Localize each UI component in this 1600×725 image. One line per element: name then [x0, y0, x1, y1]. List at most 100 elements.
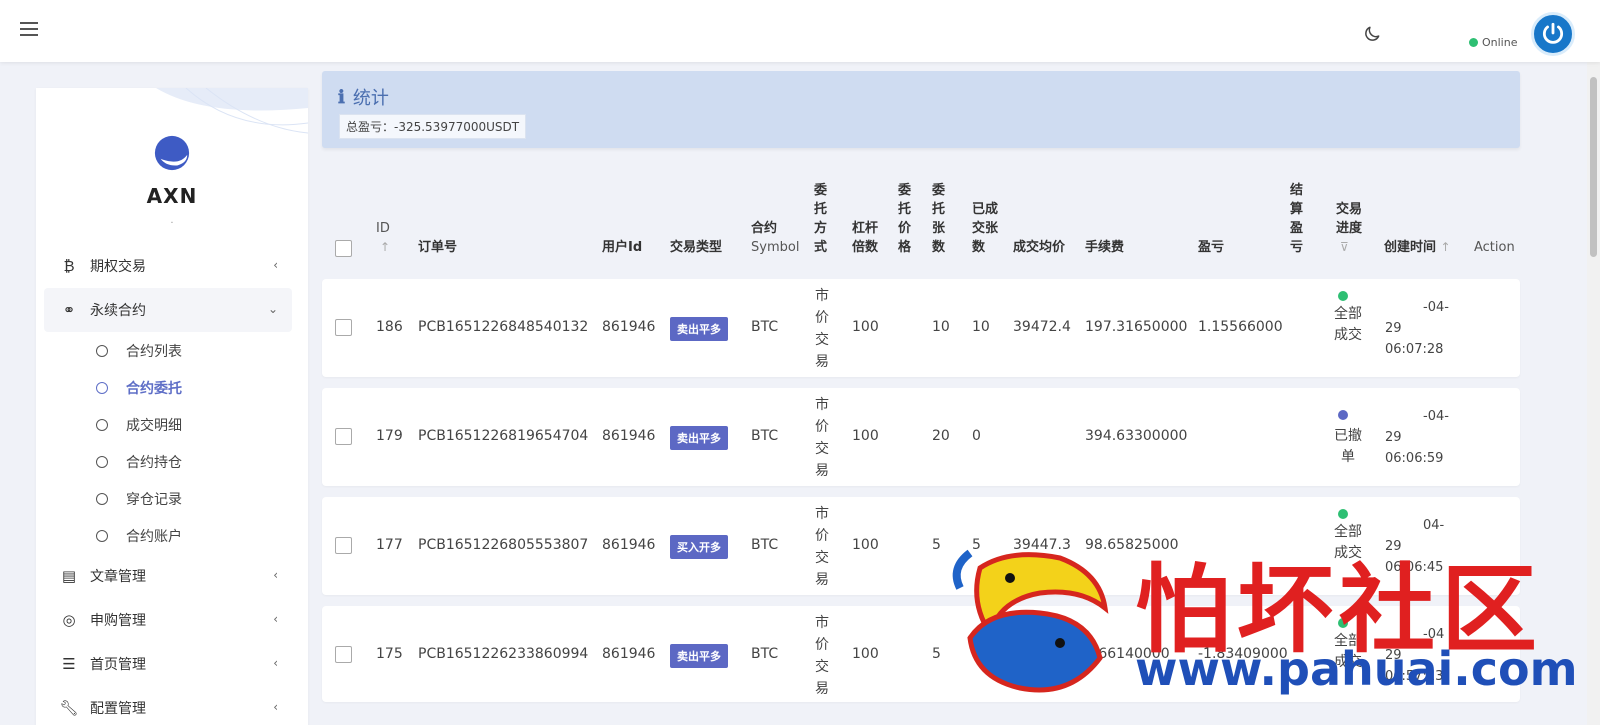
- th-id[interactable]: ID ↑: [376, 219, 390, 257]
- submenu-contract-account[interactable]: 合约账户: [44, 517, 292, 554]
- page-scrollbar[interactable]: [1587, 62, 1600, 725]
- th-action: Action: [1474, 240, 1515, 255]
- lifebuoy-icon: ◎: [62, 611, 76, 629]
- cell-id: 175: [376, 646, 403, 662]
- cell-leverage: 100: [852, 319, 879, 335]
- cell-avg-price: 39472.4: [1013, 319, 1071, 335]
- circle-icon: [96, 381, 108, 394]
- th-entrust-qty: 委托张数: [932, 183, 946, 255]
- online-label: Online: [1482, 36, 1518, 49]
- sidebar-menu: ₿ 期权交易 ‹ ⚭ 永续合约 ⌄ 合约列表 合约委托 成交明细 合约持仓 穿仓…: [44, 244, 292, 725]
- sidebar-item-articles[interactable]: ▤ 文章管理 ‹: [44, 554, 292, 598]
- cell-user-id: 861946: [602, 428, 656, 444]
- sidebar-item-config[interactable]: 🔧︎ 配置管理 ‹: [44, 686, 292, 725]
- sidebar-item-label: 首页管理: [90, 657, 146, 673]
- cell-symbol: BTC: [751, 537, 779, 553]
- th-user-id: 用户Id: [602, 240, 643, 255]
- filter-icon: ⊽: [1340, 240, 1349, 254]
- th-pnl: 盈亏: [1198, 240, 1225, 255]
- th-entrust-price: 委托价格: [898, 183, 912, 255]
- watermark-fish-logo-icon: [952, 549, 1109, 693]
- trade-type-badge: 卖出平多: [670, 317, 728, 341]
- trade-type-badge: 卖出平多: [670, 426, 728, 450]
- newspaper-icon: ▤: [61, 567, 77, 585]
- submenu-label: 合约持仓: [126, 454, 182, 471]
- circle-icon: [96, 492, 108, 505]
- cell-leverage: 100: [852, 428, 879, 444]
- top-header: Online: [0, 0, 1600, 62]
- cell-symbol: BTC: [751, 319, 779, 335]
- table-header: ID ↑ 订单号 用户Id 交易类型 合约 Symbol 委托方式 杠杆 倍数 委托价…: [322, 172, 1520, 272]
- cell-id: 177: [376, 537, 403, 553]
- cell-symbol: BTC: [751, 428, 779, 444]
- info-icon: ℹ: [338, 86, 345, 108]
- sidebar-item-label: 配置管理: [90, 701, 146, 717]
- row-checkbox[interactable]: [335, 319, 352, 336]
- power-icon: [1542, 22, 1564, 44]
- sidebar-item-subscription[interactable]: ◎ 申购管理 ‹: [44, 598, 292, 642]
- submenu-positions[interactable]: 合约持仓: [44, 443, 292, 480]
- brand-name: AXN: [146, 184, 198, 208]
- submenu-label: 合约委托: [126, 380, 182, 397]
- sidebar-item-label: 申购管理: [90, 613, 146, 629]
- chevron-left-icon: ‹: [273, 700, 278, 714]
- cell-entrust-qty: 10: [932, 319, 950, 335]
- sidebar-item-label: 永续合约: [90, 303, 146, 319]
- scrollbar-thumb[interactable]: [1590, 77, 1597, 257]
- cell-id: 179: [376, 428, 403, 444]
- hamburger-icon[interactable]: [20, 22, 38, 36]
- status-text: 已撤单: [1334, 428, 1362, 465]
- th-created[interactable]: 创建时间 ↑: [1384, 238, 1451, 257]
- submenu-contract-orders[interactable]: 合约委托: [44, 369, 292, 406]
- wrench-icon: 🔧︎: [59, 699, 79, 717]
- avatar[interactable]: [1531, 12, 1575, 56]
- th-settle-pnl: 结算盈亏: [1290, 183, 1304, 255]
- submenu-liquidation-records[interactable]: 穿仓记录: [44, 480, 292, 517]
- brand-logo-icon: [154, 135, 190, 171]
- created-time: -04- 29 06:06:59: [1385, 409, 1449, 466]
- circle-icon: [96, 418, 108, 431]
- brand-sub: ·: [170, 218, 174, 229]
- sort-arrow-icon: ↑: [380, 240, 391, 254]
- cell-fee: 394.63300000: [1085, 428, 1188, 444]
- cell-entrust-qty: 5: [932, 646, 941, 662]
- th-progress[interactable]: 交易 进度 ⊽: [1336, 200, 1362, 257]
- cell-filled-qty: 0: [972, 428, 981, 444]
- cell-entrust-qty: 5: [932, 537, 941, 553]
- submenu-contract-list[interactable]: 合约列表: [44, 332, 292, 369]
- watermark-url: www.pahuai.com: [1135, 642, 1578, 696]
- cell-leverage: 100: [852, 537, 879, 553]
- select-all-checkbox[interactable]: [335, 240, 352, 257]
- cell-order-no: PCB1651226233860994: [418, 646, 589, 662]
- sidebar-item-perpetual[interactable]: ⚭ 永续合约 ⌄: [44, 288, 292, 332]
- th-leverage: 杠杆 倍数: [852, 221, 879, 255]
- sidebar-item-homepage[interactable]: ☰ 首页管理 ‹: [44, 642, 292, 686]
- th-order-no: 订单号: [418, 240, 458, 255]
- sidebar-item-label: 期权交易: [90, 259, 146, 275]
- row-checkbox[interactable]: [335, 428, 352, 445]
- cell-fee: 197.31650000: [1085, 319, 1188, 335]
- stats-title-label: 统计: [352, 88, 389, 109]
- cell-order-no: PCB1651226819654704: [418, 428, 589, 444]
- th-filled-qty: 已成 交张数: [972, 202, 999, 255]
- submenu-label: 合约列表: [126, 343, 182, 360]
- cell-entrust-way: 市价交易: [815, 397, 829, 479]
- row-checkbox[interactable]: [335, 537, 352, 554]
- table-row: 186 PCB1651226848540132 861946 卖出平多 BTC …: [322, 279, 1520, 377]
- sidebar-item-options[interactable]: ₿ 期权交易 ‹: [44, 244, 292, 288]
- circle-icon: [96, 455, 108, 468]
- cell-user-id: 861946: [602, 537, 656, 553]
- th-avg-price: 成交均价: [1013, 240, 1066, 255]
- sidebar: AXN · ₿ 期权交易 ‹ ⚭ 永续合约 ⌄ 合约列表 合约委托 成交明细 合…: [36, 88, 308, 725]
- sort-arrow-icon: ↑: [1440, 240, 1451, 254]
- online-status: Online: [1469, 36, 1517, 49]
- trade-type-badge: 买入开多: [670, 535, 728, 559]
- cell-user-id: 861946: [602, 646, 656, 662]
- cell-order-no: PCB1651226805553807: [418, 537, 589, 553]
- row-checkbox[interactable]: [335, 646, 352, 663]
- submenu-trade-details[interactable]: 成交明细: [44, 406, 292, 443]
- cell-entrust-way: 市价交易: [815, 506, 829, 588]
- chevron-down-icon: ⌄: [267, 302, 278, 316]
- moon-icon[interactable]: [1362, 24, 1382, 44]
- cell-entrust-qty: 20: [932, 428, 950, 444]
